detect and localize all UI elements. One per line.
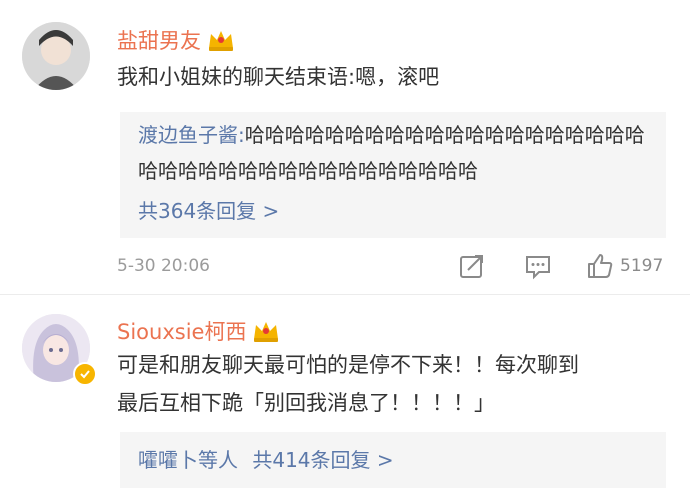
- like-icon: [588, 254, 613, 278]
- like-count: 5197: [620, 256, 664, 276]
- reply-count-link[interactable]: 共364条回复 >: [138, 192, 279, 230]
- reply-author[interactable]: 渡边鱼子酱:: [138, 123, 245, 147]
- crown-icon: [207, 28, 235, 52]
- share-button[interactable]: [458, 252, 486, 280]
- reply-count-link[interactable]: 共414条回复 >: [252, 448, 393, 472]
- username-text[interactable]: Siouxsie柯西: [117, 316, 246, 346]
- repliers[interactable]: 嚯嚯卜等人: [138, 448, 238, 472]
- timestamp: 5-30 20:06: [117, 256, 210, 276]
- reply-text-1: 哈哈哈哈哈哈哈哈哈哈哈哈哈哈哈哈哈哈哈哈: [244, 123, 645, 147]
- reply-preview[interactable]: 嚯嚯卜等人 共414条回复 >: [120, 432, 666, 488]
- comment-text-line-2: 最后互相下跪「别回我消息了！！！！」: [117, 391, 495, 415]
- reply-summary[interactable]: 嚯嚯卜等人 共414条回复 >: [138, 441, 394, 479]
- username[interactable]: 盐甜男友: [117, 25, 235, 55]
- username-text[interactable]: 盐甜男友: [117, 25, 201, 55]
- reply-line-2: 哈哈哈哈哈哈哈哈哈哈哈哈哈哈哈哈哈: [138, 159, 478, 183]
- avatar[interactable]: [22, 22, 90, 90]
- reply-line-1: 渡边鱼子酱:哈哈哈哈哈哈哈哈哈哈哈哈哈哈哈哈哈哈哈哈: [138, 116, 645, 154]
- comment-text: 我和小姐妹的聊天结束语:嗯，滚吧: [117, 65, 440, 89]
- verified-badge-icon: [73, 362, 97, 386]
- comment-button[interactable]: [524, 252, 552, 280]
- username[interactable]: Siouxsie柯西: [117, 316, 280, 346]
- crown-icon: [252, 319, 280, 343]
- comment-text-line-1: 可是和朋友聊天最可怕的是停不下来！！每次聊到: [117, 353, 579, 377]
- divider: [0, 294, 690, 295]
- like-button[interactable]: 5197: [586, 252, 663, 280]
- share-icon: [460, 255, 483, 278]
- comment-icon: [526, 256, 550, 280]
- reply-preview[interactable]: 渡边鱼子酱:哈哈哈哈哈哈哈哈哈哈哈哈哈哈哈哈哈哈哈哈 哈哈哈哈哈哈哈哈哈哈哈哈哈…: [120, 112, 666, 238]
